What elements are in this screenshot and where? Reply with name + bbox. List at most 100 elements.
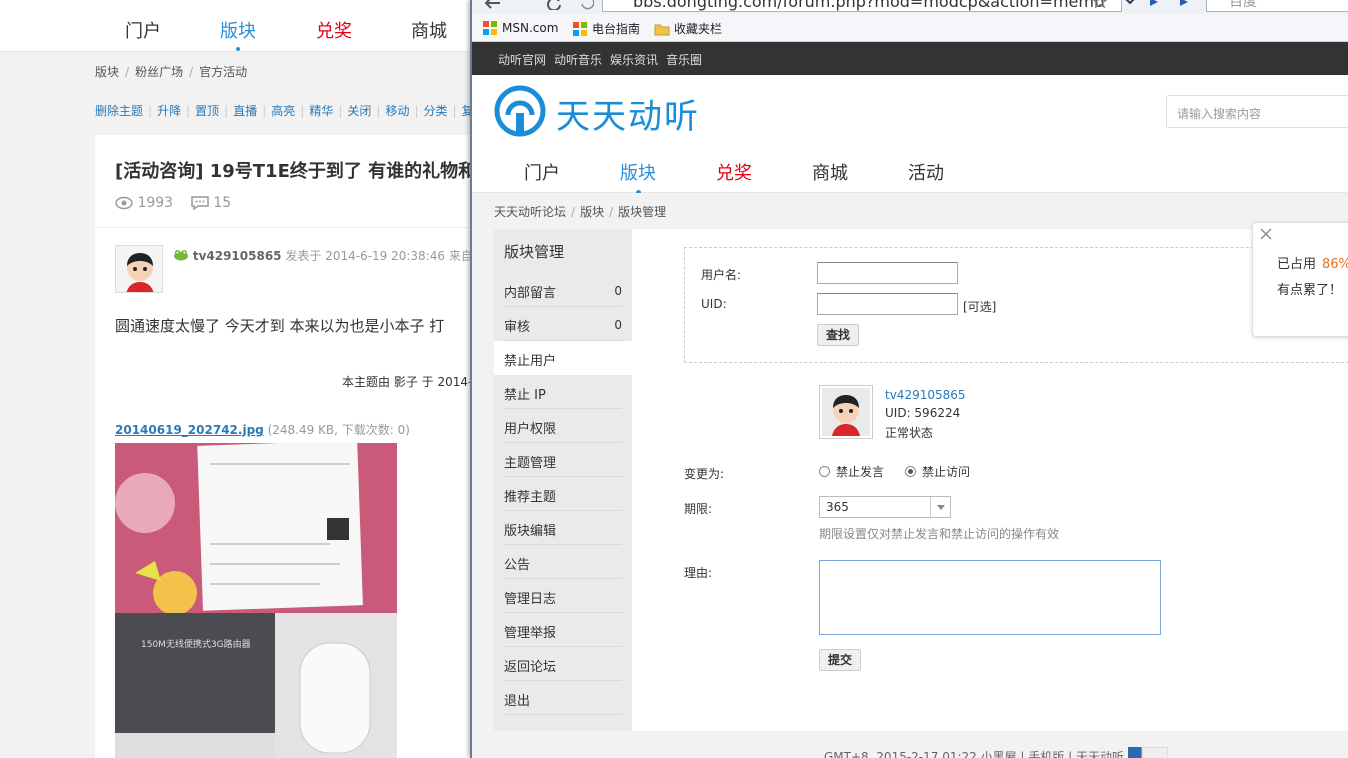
main-nav: 门户 版块 兑奖 商城 活动 (472, 147, 1348, 195)
sidebar: 版块管理 内部留言 0 审核 0 禁止用户 禁止 IP 用户权限 主题管理 推荐主题 版块编辑 公告… (494, 229, 632, 731)
action-digest[interactable]: 精华 (309, 104, 333, 118)
sidebar-item[interactable]: 审核 0 (494, 307, 632, 341)
action-live[interactable]: 直播 (233, 104, 257, 118)
comment-icon (191, 196, 209, 211)
browser-search-box[interactable]: 百度 (1206, 0, 1348, 12)
action-delete[interactable]: 删除主题 (95, 104, 143, 118)
sidebar-item-label: 审核 (504, 320, 531, 335)
go-icon[interactable] (1148, 0, 1162, 8)
sidebar-item[interactable]: 禁止用户 (494, 341, 632, 375)
attachment-photo[interactable]: 150M无线便携式3G路由器 (115, 443, 397, 758)
memory-percent: 86% (1322, 257, 1348, 272)
crumb-item[interactable]: 版块 (95, 65, 119, 79)
sidebar-item[interactable]: 管理日志 (494, 579, 632, 613)
bg-nav-mall[interactable]: 商城 (411, 17, 447, 43)
nav-activity[interactable]: 活动 (908, 159, 944, 185)
period-select[interactable]: 365 (819, 496, 951, 518)
bookmark-msn[interactable]: MSN.com (482, 20, 558, 36)
site-search-input[interactable]: 请输入搜索内容 (1166, 95, 1348, 128)
memory-popup: 已占用86% 有点累了！ (1252, 222, 1348, 337)
attachment-meta: (248.49 KB, 下载次数: 0) (267, 423, 410, 437)
logo-icon[interactable] (494, 85, 546, 137)
sidebar-item[interactable]: 公告 (494, 545, 632, 579)
sidebar-item[interactable]: 用户权限 (494, 409, 632, 443)
dropdown-arrow-icon[interactable] (1124, 0, 1136, 7)
crumb-item[interactable]: 版块管理 (618, 205, 666, 219)
chevron-down-icon[interactable] (930, 497, 950, 517)
crumb-item[interactable]: 官方活动 (199, 65, 247, 79)
main-panel: 用户名: UID: [可选] 查找 tv429105865 UID: 59622… (632, 229, 1348, 731)
sidebar-item-label: 推荐主题 (504, 490, 557, 505)
view-count: 1993 (137, 195, 174, 211)
period-hint: 期限设置仅对禁止发言和禁止访问的操作有效 (819, 527, 1060, 541)
bg-nav-forum[interactable]: 版块 (220, 17, 256, 51)
radio-ban-visit[interactable] (905, 466, 916, 477)
post-author-line: tv429105865 发表于 2014-6-19 20:38:46 来自手机 (173, 247, 497, 264)
crumb-item[interactable]: 天天动听论坛 (494, 205, 566, 219)
action-move[interactable]: 移动 (385, 104, 409, 118)
bookmark-radio-guide[interactable]: 电台指南 (572, 20, 640, 37)
period-value: 365 (826, 500, 849, 514)
reason-textarea[interactable] (819, 560, 1161, 635)
option-ban-visit[interactable]: 禁止访问 (905, 463, 970, 480)
bg-nav-redeem[interactable]: 兑奖 (316, 17, 352, 43)
find-button[interactable]: 查找 (817, 324, 860, 346)
sidebar-item[interactable]: 管理举报 (494, 613, 632, 647)
nav-mall[interactable]: 商城 (812, 159, 848, 185)
forward-icon[interactable] (1178, 0, 1192, 8)
top-link[interactable]: 音乐圈 (666, 51, 702, 68)
top-link[interactable]: 动听官网 (498, 51, 546, 68)
nav-forum[interactable]: 版块 (620, 159, 656, 195)
search-engine-name: 百度 (1229, 0, 1257, 10)
divider (95, 227, 475, 228)
sidebar-item[interactable]: 返回论坛 (494, 647, 632, 681)
sidebar-item-label: 禁止 IP (504, 388, 546, 403)
footer: GMT+8, 2015-2-17 01:22 小黑屋 | 手机版 | 天天动听 (824, 750, 1124, 758)
active-dot (236, 47, 240, 51)
bookmark-favorites-bar[interactable]: 收藏夹栏 (654, 20, 722, 37)
address-row: bbs.dongting.com/forum.php?mod=modcp&act… (472, 0, 1348, 14)
sidebar-item-label: 返回论坛 (504, 660, 557, 675)
sidebar-item[interactable]: 主题管理 (494, 443, 632, 477)
username-input[interactable] (817, 262, 958, 284)
refresh-icon[interactable] (546, 0, 562, 10)
avatar[interactable] (115, 245, 163, 293)
action-highlight[interactable]: 高亮 (271, 104, 295, 118)
action-bump[interactable]: 升降 (157, 104, 181, 118)
sidebar-item[interactable]: 内部留言 0 (494, 273, 632, 307)
frog-icon (174, 250, 188, 261)
attachment-link[interactable]: 20140619_202742.jpg (115, 423, 264, 437)
bookmarks-bar: MSN.com 电台指南 收藏夹栏 (472, 14, 1348, 42)
uid-input[interactable] (817, 293, 958, 315)
star-icon[interactable] (1092, 0, 1108, 9)
history-icon[interactable] (580, 0, 594, 10)
user-name-link[interactable]: tv429105865 (885, 388, 966, 402)
back-icon[interactable] (482, 0, 502, 10)
cnzz-badge-icon[interactable] (1128, 747, 1168, 758)
crumb-item[interactable]: 版块 (580, 205, 604, 219)
sidebar-item-label: 管理日志 (504, 592, 557, 607)
submit-button[interactable]: 提交 (819, 649, 862, 671)
option-ban-post[interactable]: 禁止发言 (819, 463, 884, 480)
top-link[interactable]: 娱乐资讯 (610, 51, 658, 68)
logo-text[interactable]: 天天动听 (556, 89, 700, 138)
action-close[interactable]: 关闭 (347, 104, 371, 118)
sidebar-item[interactable]: 禁止 IP (494, 375, 632, 409)
radio-ban-post[interactable] (819, 466, 830, 477)
address-bar[interactable]: bbs.dongting.com/forum.php?mod=modcp&act… (602, 0, 1122, 12)
top-link[interactable]: 动听音乐 (554, 51, 602, 68)
crumb-item[interactable]: 粉丝广场 (135, 65, 183, 79)
close-icon[interactable] (1259, 227, 1273, 241)
action-sticky[interactable]: 置顶 (195, 104, 219, 118)
sidebar-item[interactable]: 版块编辑 (494, 511, 632, 545)
action-category[interactable]: 分类 (424, 104, 448, 118)
author-name[interactable]: tv429105865 (193, 249, 282, 263)
bg-nav-portal[interactable]: 门户 (125, 17, 161, 43)
user-avatar[interactable] (819, 385, 873, 439)
nav-redeem[interactable]: 兑奖 (716, 159, 752, 185)
sidebar-item[interactable]: 推荐主题 (494, 477, 632, 511)
sidebar-item[interactable]: 退出 (494, 681, 632, 715)
thread-title: [活动咨询] 19号T1E终于到了 有谁的礼物和我 (115, 161, 495, 182)
nav-portal[interactable]: 门户 (524, 159, 560, 185)
reply-count: 15 (213, 195, 232, 211)
